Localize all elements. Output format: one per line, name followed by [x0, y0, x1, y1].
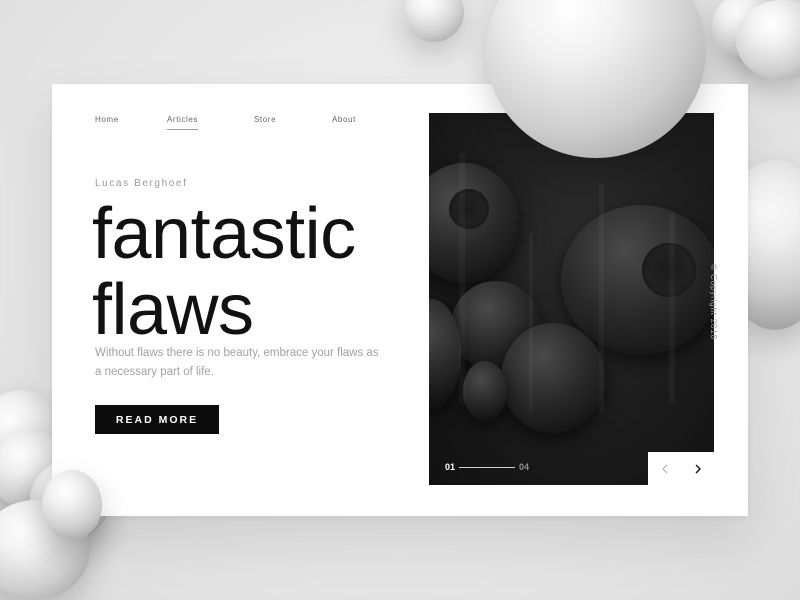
dark-sphere: [501, 323, 605, 433]
nav-item-store[interactable]: Store: [254, 115, 276, 124]
hero-description: Without flaws there is no beauty, embrac…: [95, 347, 379, 378]
decorative-sphere: [42, 470, 102, 540]
chevron-left-icon: [661, 464, 667, 473]
read-more-button[interactable]: READ MORE: [95, 405, 219, 434]
headline-line-1: fantastic: [92, 194, 356, 274]
slide-total: 04: [519, 462, 530, 472]
glitch-strip: [669, 213, 675, 403]
decorative-sphere: [404, 0, 464, 42]
hero-image: 01 04: [429, 113, 714, 485]
slide-counter: 01 04: [445, 461, 529, 473]
dark-sphere: [463, 361, 507, 421]
slide-progress-line: [459, 466, 516, 468]
hero-card: Home Articles Store About Lucas Berghoef…: [52, 84, 748, 516]
slide-current: 01: [445, 462, 456, 472]
prev-slide-button[interactable]: [654, 458, 676, 480]
chevron-right-icon: [695, 464, 701, 473]
next-slide-button[interactable]: [687, 458, 709, 480]
headline-line-2: flaws: [92, 270, 254, 350]
slider-controls: [648, 452, 714, 485]
glitch-strip: [529, 233, 533, 413]
nav-item-about[interactable]: About: [332, 115, 356, 124]
nav-item-articles[interactable]: Articles: [167, 115, 199, 130]
glitch-strip: [459, 153, 465, 403]
nav-item-home[interactable]: Home: [95, 115, 119, 124]
dark-disc: [449, 189, 489, 229]
author-name: Lucas Berghoef: [95, 178, 188, 189]
page-title: fantastic flaws: [92, 196, 356, 348]
glitch-strip: [599, 183, 604, 413]
copyright-text: © Copyright 2018: [709, 264, 719, 340]
